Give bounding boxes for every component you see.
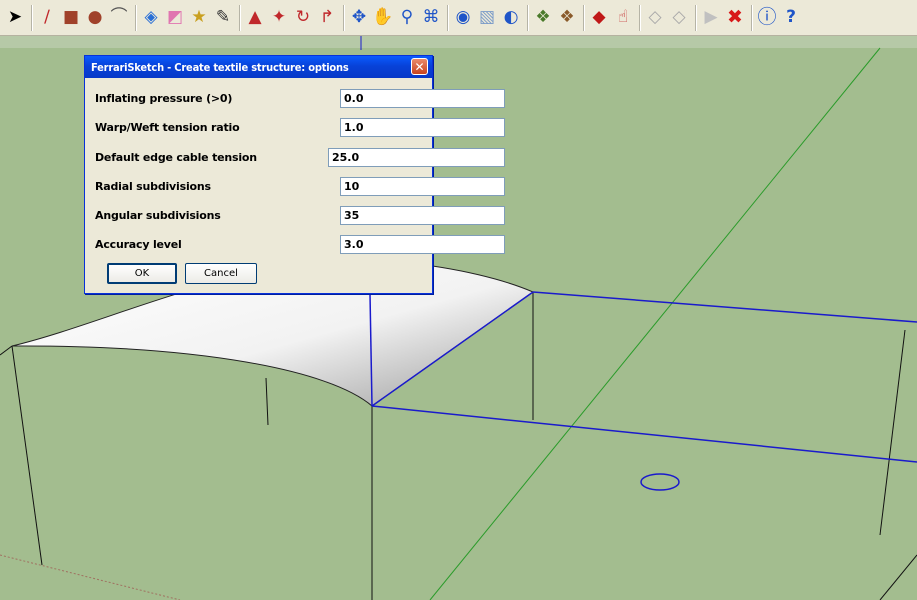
edge-cable-tension-input[interactable]: 25.0 [328,148,505,167]
pencil-icon[interactable]: ∕ [36,5,58,31]
material-icon[interactable]: ❖ [556,5,578,31]
close-button[interactable]: ✕ [411,58,428,75]
dialog-titlebar[interactable]: FerrariSketch - Create textile structure… [85,56,432,78]
red-x-icon[interactable]: ✖ [724,5,746,31]
box-edge [0,345,13,356]
rotate-icon[interactable]: ↻ [292,5,314,31]
arc-icon[interactable]: ⌒ [108,5,130,31]
red-axis-line [0,554,181,600]
label-accuracy-level: Accuracy level [95,237,182,251]
rectangle-icon[interactable]: ■ [60,5,82,31]
toolbar-separator [695,4,697,31]
offset-icon[interactable]: ↱ [316,5,338,31]
toolbar-separator [343,4,345,31]
angular-subdivisions-input[interactable]: 35 [340,206,505,225]
selected-circle[interactable] [640,473,680,491]
ferrari-tent-icon[interactable]: ◆ [588,5,610,31]
box-edge [879,554,917,600]
toolbar-separator [639,4,641,31]
box-edge [265,377,269,426]
box-edge [11,345,43,566]
circle-icon[interactable]: ● [84,5,106,31]
cancel-button[interactable]: Cancel [185,263,257,284]
ok-button[interactable]: OK [107,263,177,284]
help-icon[interactable]: ? [780,5,802,31]
toolbar-separator [135,4,137,31]
toolbar-separator [527,4,529,31]
label-inflating-pressure: Inflating pressure (>0) [95,91,233,105]
info-icon[interactable]: ⓘ [756,5,778,31]
push-pull-icon[interactable]: ▲ [244,5,266,31]
play-icon[interactable]: ▶ [700,5,722,31]
component-icon[interactable]: ❖ [532,5,554,31]
inflating-pressure-input[interactable]: 0.0 [340,89,505,108]
label-edge-cable-tension: Default edge cable tension [95,150,257,164]
dialog-title: FerrariSketch - Create textile structure… [91,60,349,74]
toolbar-separator [447,4,449,31]
toolbar-separator [31,4,33,31]
selected-edge[interactable] [532,291,917,323]
box-edge [879,329,906,536]
move-icon[interactable]: ✦ [268,5,290,31]
toolbar-separator [239,4,241,31]
paint-brush-icon[interactable]: ✎ [212,5,234,31]
pan-icon[interactable]: ✋ [372,5,394,31]
warp-weft-ratio-input[interactable]: 1.0 [340,118,505,137]
paint-bucket-icon[interactable]: ◩ [164,5,186,31]
orbit-icon[interactable]: ✥ [348,5,370,31]
main-toolbar: ➤ ∕ ■ ● ⌒ ◈ ◩ ★ ✎ ▲ ✦ ↻ ↱ ✥ ✋ ⚲ ⌘ ◉ ▧ ◐ … [0,0,917,36]
model-icon[interactable]: ▧ [476,5,498,31]
radial-subdivisions-input[interactable]: 10 [340,177,505,196]
close-icon: ✕ [414,59,425,74]
sky-strip [0,36,917,48]
label-warp-weft-ratio: Warp/Weft tension ratio [95,120,240,134]
tape-measure-icon[interactable]: ★ [188,5,210,31]
zoom-icon[interactable]: ⚲ [396,5,418,31]
options-dialog: FerrariSketch - Create textile structure… [84,55,505,294]
select-arrow-icon[interactable]: ➤ [4,5,26,31]
globe-icon[interactable]: ◉ [452,5,474,31]
hand-icon[interactable]: ☝ [612,5,634,31]
selected-edge[interactable] [371,405,917,463]
earth-icon[interactable]: ◐ [500,5,522,31]
edge-icon[interactable]: ◇ [668,5,690,31]
zoom-extents-icon[interactable]: ⌘ [420,5,442,31]
label-angular-subdivisions: Angular subdivisions [95,208,221,222]
toolbar-separator [583,4,585,31]
toolbar-separator [751,4,753,31]
accuracy-level-input[interactable]: 3.0 [340,235,505,254]
label-radial-subdivisions: Radial subdivisions [95,179,211,193]
eraser-icon[interactable]: ◈ [140,5,162,31]
cable-icon[interactable]: ◇ [644,5,666,31]
